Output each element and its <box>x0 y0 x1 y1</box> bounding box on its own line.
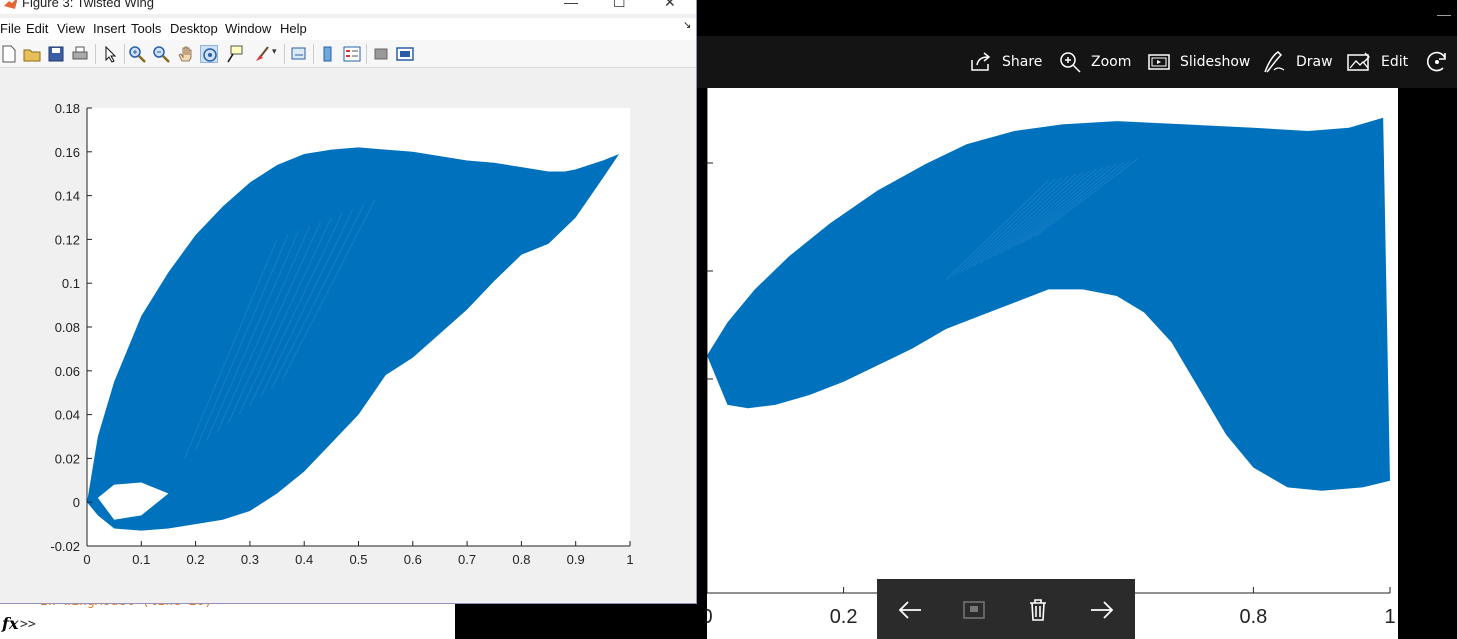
share-icon <box>971 52 991 71</box>
data-cursor-icon[interactable] <box>225 45 243 63</box>
rotate-button[interactable] <box>1425 50 1457 74</box>
figure-title: Figure 3: Twisted Wing <box>22 0 154 10</box>
x-tick-label: 0.3 <box>241 552 259 567</box>
draw-label: Draw <box>1296 54 1333 70</box>
x-tick-label: 0.8 <box>512 552 530 567</box>
rotate-3d-icon[interactable] <box>200 45 218 63</box>
wing-surface-patch-zoomed <box>707 117 1390 491</box>
select-pointer-icon[interactable] <box>101 45 119 63</box>
figure-titlebar: Figure 3: Twisted Wing — ☐ ✕ <box>0 0 696 14</box>
menu-desktop[interactable]: Desktop <box>170 21 218 36</box>
x-tick-label: 0.4 <box>295 552 313 567</box>
x-tick-label: 0.1 <box>132 552 150 567</box>
add-to-album-icon[interactable] <box>961 597 987 623</box>
photo-navigation-bar <box>877 579 1135 639</box>
rotate-icon <box>1426 51 1446 72</box>
y-tick-label: 0.18 <box>55 101 80 116</box>
slideshow-label: Slideshow <box>1180 54 1251 70</box>
matlab-figure-window: Figure 3: Twisted Wing — ☐ ✕ File Edit V… <box>0 0 697 604</box>
matlab-logo-icon <box>4 0 18 9</box>
previous-arrow-icon[interactable] <box>897 597 923 623</box>
print-icon[interactable] <box>71 45 89 63</box>
photos-toolbar: Share Zoom Slideshow Draw Edit <box>697 36 1457 88</box>
photos-titlebar: — <box>695 0 1457 36</box>
matlab-command-window[interactable]: In wingModel (line 26) fx >> <box>0 594 455 639</box>
zoom-in-icon[interactable] <box>128 45 146 63</box>
hide-plot-tools-icon[interactable] <box>372 45 390 63</box>
photos-app-window: — Share Zoom Slideshow Draw Edit 00.20.4… <box>615 0 1457 639</box>
x-tick-label: 0.6 <box>404 552 422 567</box>
zoom-out-icon[interactable] <box>152 45 170 63</box>
save-icon[interactable] <box>47 45 65 63</box>
x-tick-label: 0 <box>83 552 90 567</box>
link-plot-icon[interactable] <box>290 45 308 63</box>
menu-edit[interactable]: Edit <box>26 21 48 36</box>
colorbar-icon[interactable] <box>319 45 337 63</box>
y-tick-label: 0.12 <box>55 232 80 247</box>
menu-view[interactable]: View <box>57 21 85 36</box>
slideshow-icon <box>1148 54 1170 70</box>
zoom-button[interactable]: Zoom <box>1059 50 1131 74</box>
draw-icon <box>1264 51 1285 73</box>
y-tick-label: 0.16 <box>55 145 80 160</box>
wing-surface-plot-zoomed: 00.20.40.60.81 <box>707 88 1396 628</box>
x-tick-label: 0.5 <box>349 552 367 567</box>
menu-help[interactable]: Help <box>280 21 307 36</box>
zoom-label: Zoom <box>1091 54 1132 70</box>
edit-label: Edit <box>1381 54 1409 70</box>
menu-file[interactable]: File <box>0 21 21 36</box>
brush-dropdown-icon[interactable]: ▾ <box>272 46 277 57</box>
x-tick-label: 0.2 <box>830 606 858 628</box>
maximize-icon[interactable]: ☐ <box>613 0 626 11</box>
delete-icon[interactable] <box>1025 597 1051 623</box>
brush-icon[interactable] <box>252 45 270 63</box>
x-tick-label: 0.8 <box>1239 606 1267 628</box>
slideshow-button[interactable]: Slideshow <box>1148 50 1250 74</box>
edit-button[interactable]: Edit <box>1347 50 1408 74</box>
x-tick-label: 0 <box>707 606 713 628</box>
y-tick-label: -0.02 <box>50 539 80 554</box>
y-tick-label: 0.02 <box>55 451 80 466</box>
y-tick-label: 0.14 <box>55 189 80 204</box>
y-tick-label: 0.08 <box>55 320 80 335</box>
pan-hand-icon[interactable] <box>177 45 195 63</box>
menu-window[interactable]: Window <box>225 21 271 36</box>
menu-insert[interactable]: Insert <box>93 21 126 36</box>
y-tick-label: 0.06 <box>55 364 80 379</box>
draw-button[interactable]: Draw <box>1262 50 1333 74</box>
minimize-icon[interactable]: — <box>564 0 578 10</box>
fx-icon[interactable]: fx <box>2 614 18 633</box>
photo-viewer-image: 00.20.40.60.81 <box>707 88 1398 639</box>
figure-menubar: File Edit View Insert Tools Desktop Wind… <box>0 18 696 40</box>
minimize-icon[interactable]: — <box>1437 6 1451 22</box>
edit-icon <box>1347 52 1370 71</box>
x-tick-label: 0.9 <box>567 552 585 567</box>
show-plot-tools-icon[interactable] <box>396 45 414 63</box>
wing-surface-plot: 0 0.1 0.2 0.3 0.4 0.5 0.6 0.7 0.8 0.9 1-0.0200.020… <box>50 101 633 567</box>
share-button[interactable]: Share <box>970 50 1042 74</box>
figure-toolbar: ▾ <box>0 40 696 68</box>
y-tick-label: 0.04 <box>55 408 80 423</box>
command-prompt[interactable]: >> <box>20 617 36 632</box>
y-tick-label: 0.1 <box>62 276 80 291</box>
dock-arrow-icon[interactable]: ↘ <box>683 20 691 31</box>
zoom-icon <box>1060 52 1081 73</box>
x-tick-label: 1 <box>1384 606 1395 628</box>
y-tick-label: 0 <box>73 495 80 510</box>
open-file-icon[interactable] <box>23 45 41 63</box>
menu-tools[interactable]: Tools <box>131 21 161 36</box>
close-icon[interactable]: ✕ <box>664 0 676 11</box>
x-tick-label: 0.7 <box>458 552 476 567</box>
x-tick-label: 1 <box>626 552 633 567</box>
share-label: Share <box>1002 54 1043 70</box>
background-strip <box>455 604 615 639</box>
legend-icon[interactable] <box>343 45 361 63</box>
x-tick-label: 0.2 <box>187 552 205 567</box>
new-figure-icon[interactable] <box>0 45 18 63</box>
next-arrow-icon[interactable] <box>1089 597 1115 623</box>
